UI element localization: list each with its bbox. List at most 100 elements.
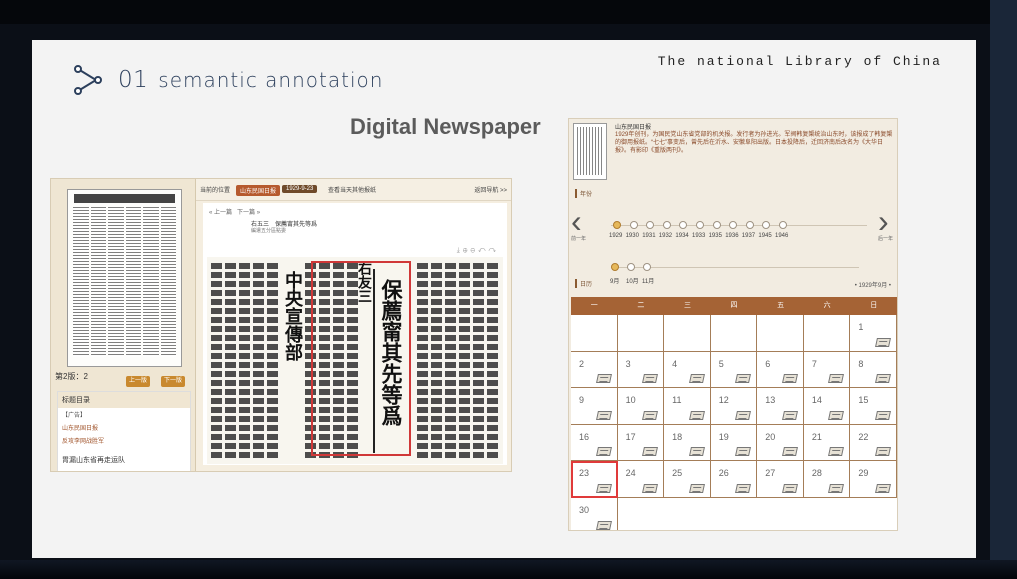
month-label-item[interactable]: 11月 — [642, 276, 654, 285]
calendar-day[interactable]: 1 — [850, 315, 897, 352]
year-dot[interactable] — [712, 221, 721, 229]
newspaper-icon[interactable] — [875, 374, 891, 384]
month-label-item[interactable]: 9月 — [610, 276, 619, 285]
year-dot[interactable] — [745, 221, 754, 229]
newspaper-icon[interactable] — [828, 374, 845, 384]
year-label-item[interactable]: 1937 — [742, 233, 755, 239]
calendar-day[interactable]: 25 — [664, 461, 711, 498]
calendar-day[interactable]: 23 — [571, 461, 618, 498]
breadcrumb-paper[interactable]: 山东民国日报 — [236, 185, 281, 196]
breadcrumb-other-papers[interactable]: 查看当天其他报纸 — [328, 185, 376, 194]
month-dot[interactable] — [611, 263, 619, 271]
newspaper-icon[interactable] — [781, 447, 798, 457]
prev-page-button[interactable]: 上一版 — [126, 376, 150, 387]
calendar-day[interactable]: 7 — [803, 351, 851, 389]
calendar-day[interactable]: 3 — [617, 351, 665, 389]
newspaper-icon[interactable] — [595, 520, 612, 530]
year-dot[interactable] — [613, 221, 621, 229]
newspaper-icon[interactable] — [781, 410, 798, 420]
prev-article-link[interactable]: « 上一篇 — [209, 210, 232, 216]
toc-item[interactable]: 【广告】 — [58, 408, 190, 421]
calendar-day[interactable]: 22 — [850, 424, 897, 462]
newspaper-icon[interactable] — [828, 483, 845, 493]
calendar-day[interactable]: 29 — [850, 461, 897, 498]
zoom-tools-icon[interactable]: ⤓⊕⊖↶↷ — [457, 247, 499, 255]
calendar-day[interactable]: 27 — [757, 461, 804, 498]
calendar-day[interactable]: 8 — [850, 351, 897, 389]
month-label-item[interactable]: 10月 — [626, 276, 639, 285]
newspaper-icon[interactable] — [642, 447, 659, 457]
calendar-day[interactable]: 12 — [710, 388, 758, 425]
newspaper-icon[interactable] — [781, 483, 798, 493]
next-year-button[interactable]: › 后一年 — [878, 205, 893, 242]
year-label-item[interactable]: 1936 — [725, 233, 738, 239]
breadcrumb-date[interactable]: 1929-9-23 — [282, 185, 318, 193]
year-label-item[interactable]: 1931 — [642, 233, 655, 239]
newspaper-icon[interactable] — [688, 410, 705, 420]
calendar-day[interactable]: 30 — [571, 497, 618, 530]
year-dot[interactable] — [679, 221, 688, 229]
newspaper-icon[interactable] — [595, 483, 612, 493]
year-dot[interactable] — [646, 221, 655, 229]
newspaper-icon[interactable] — [781, 374, 798, 384]
calendar-day[interactable]: 4 — [664, 351, 711, 389]
newspaper-icon[interactable] — [875, 447, 891, 457]
calendar-day[interactable]: 11 — [664, 388, 711, 425]
newspaper-icon[interactable] — [735, 483, 752, 493]
newspaper-icon[interactable] — [688, 447, 705, 457]
calendar-day[interactable]: 26 — [710, 461, 758, 498]
year-label-item[interactable]: 1935 — [709, 233, 722, 239]
newspaper-icon[interactable] — [642, 483, 659, 493]
year-dot[interactable] — [696, 221, 704, 229]
next-page-button[interactable]: 下一版 — [161, 376, 185, 387]
year-label-item[interactable]: 1933 — [692, 233, 705, 239]
calendar-day[interactable]: 9 — [571, 388, 618, 425]
year-label-item[interactable]: 1929 — [609, 233, 622, 239]
newspaper-icon[interactable] — [875, 483, 891, 493]
newspaper-icon[interactable] — [642, 410, 659, 420]
newspaper-icon[interactable] — [595, 410, 612, 420]
year-dot[interactable] — [762, 221, 771, 229]
newspaper-icon[interactable] — [735, 447, 752, 457]
calendar-day[interactable]: 16 — [571, 424, 618, 462]
calendar-day[interactable]: 15 — [850, 388, 897, 425]
calendar-day[interactable]: 14 — [803, 388, 851, 425]
next-article-link[interactable]: 下一篇 » — [237, 210, 260, 216]
year-dot[interactable] — [662, 221, 671, 229]
newspaper-icon[interactable] — [828, 447, 845, 457]
calendar-day[interactable]: 20 — [757, 424, 804, 462]
newspaper-icon[interactable] — [688, 374, 705, 384]
calendar-day[interactable]: 5 — [710, 351, 758, 389]
page-thumbnail[interactable] — [67, 189, 182, 367]
newspaper-icon[interactable] — [595, 374, 612, 384]
newspaper-icon[interactable] — [875, 337, 891, 347]
calendar-day[interactable]: 19 — [710, 424, 758, 462]
newspaper-icon[interactable] — [735, 374, 752, 384]
calendar-day[interactable]: 21 — [803, 424, 851, 462]
newspaper-icon[interactable] — [828, 410, 845, 420]
year-label-item[interactable]: 1946 — [775, 233, 788, 239]
toc-item[interactable]: 山东民国日报 — [58, 421, 190, 434]
calendar-day[interactable]: 28 — [803, 461, 851, 498]
year-dot[interactable] — [729, 221, 738, 229]
calendar-day[interactable]: 10 — [617, 388, 665, 425]
newspaper-icon[interactable] — [595, 447, 612, 457]
year-dot[interactable] — [629, 221, 638, 229]
newspaper-icon[interactable] — [688, 483, 705, 493]
toc-item[interactable]: 胃漏山东省再走运队 — [58, 453, 190, 467]
prev-year-button[interactable]: ‹ 前一年 — [571, 205, 586, 242]
month-dot[interactable] — [627, 263, 635, 271]
newspaper-icon[interactable] — [875, 410, 891, 420]
newspaper-thumbnail[interactable] — [573, 123, 607, 180]
annotation-highlight[interactable] — [311, 261, 411, 456]
year-label-item[interactable]: 1934 — [675, 233, 688, 239]
calendar-day[interactable]: 24 — [617, 461, 665, 498]
calendar-day[interactable]: 2 — [571, 351, 618, 389]
year-label-item[interactable]: 1945 — [758, 233, 771, 239]
calendar-day[interactable]: 18 — [664, 424, 711, 462]
year-label-item[interactable]: 1932 — [659, 233, 672, 239]
calendar-day[interactable]: 6 — [757, 351, 804, 389]
month-dot[interactable] — [643, 263, 651, 271]
newspaper-icon[interactable] — [735, 410, 752, 420]
year-dot[interactable] — [779, 221, 787, 229]
